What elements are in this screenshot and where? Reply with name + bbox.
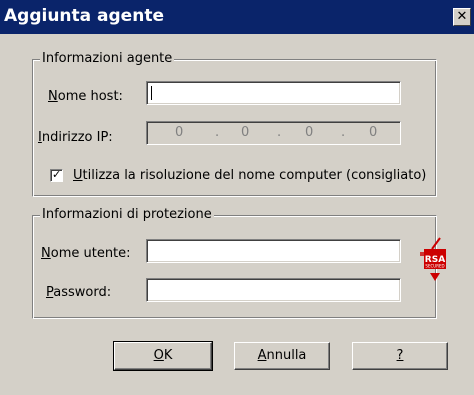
host-name-input[interactable] [146, 81, 401, 105]
ip-octet-4: 0 [369, 125, 378, 140]
help-button[interactable]: ? [352, 342, 448, 370]
ip-dot-2: . [277, 125, 282, 140]
username-label: Nome utente: [41, 246, 131, 261]
close-button[interactable]: ✕ [453, 8, 471, 26]
rsa-logo-subtext: SECURED [425, 264, 444, 269]
ok-button[interactable]: OK [113, 341, 213, 371]
host-name-label: Nome host: [48, 89, 123, 104]
use-name-resolution-label[interactable]: Utilizza la risoluzione del nome compute… [73, 168, 426, 183]
close-icon: ✕ [456, 9, 468, 24]
ip-address-label: Indirizzo IP: [38, 130, 113, 145]
username-input[interactable] [146, 239, 401, 263]
rsa-secured-icon: RSA SECURED [418, 237, 452, 283]
title-bar[interactable]: Aggiunta agente ✕ [0, 0, 474, 34]
password-label: Password: [46, 285, 112, 300]
agent-info-legend: Informazioni agente [40, 51, 175, 66]
text-caret [151, 86, 152, 100]
cancel-button[interactable]: Annulla [234, 342, 330, 370]
ip-address-input[interactable]: 0 . 0 . 0 . 0 [146, 121, 401, 145]
ip-octet-3: 0 [305, 125, 314, 140]
use-name-resolution-checkbox[interactable]: ✓ [50, 169, 63, 182]
dialog-title: Aggiunta agente [4, 6, 164, 26]
password-input[interactable] [146, 278, 401, 302]
ip-octet-1: 0 [175, 125, 184, 140]
check-icon: ✓ [52, 168, 62, 181]
ip-dot-1: . [215, 125, 220, 140]
security-info-legend: Informazioni di protezione [40, 207, 214, 222]
ip-dot-3: . [341, 125, 346, 140]
security-info-group: Informazioni di protezione [32, 207, 437, 319]
add-agent-dialog: Aggiunta agente ✕ Informazioni agente No… [0, 0, 474, 395]
ip-octet-2: 0 [241, 125, 250, 140]
